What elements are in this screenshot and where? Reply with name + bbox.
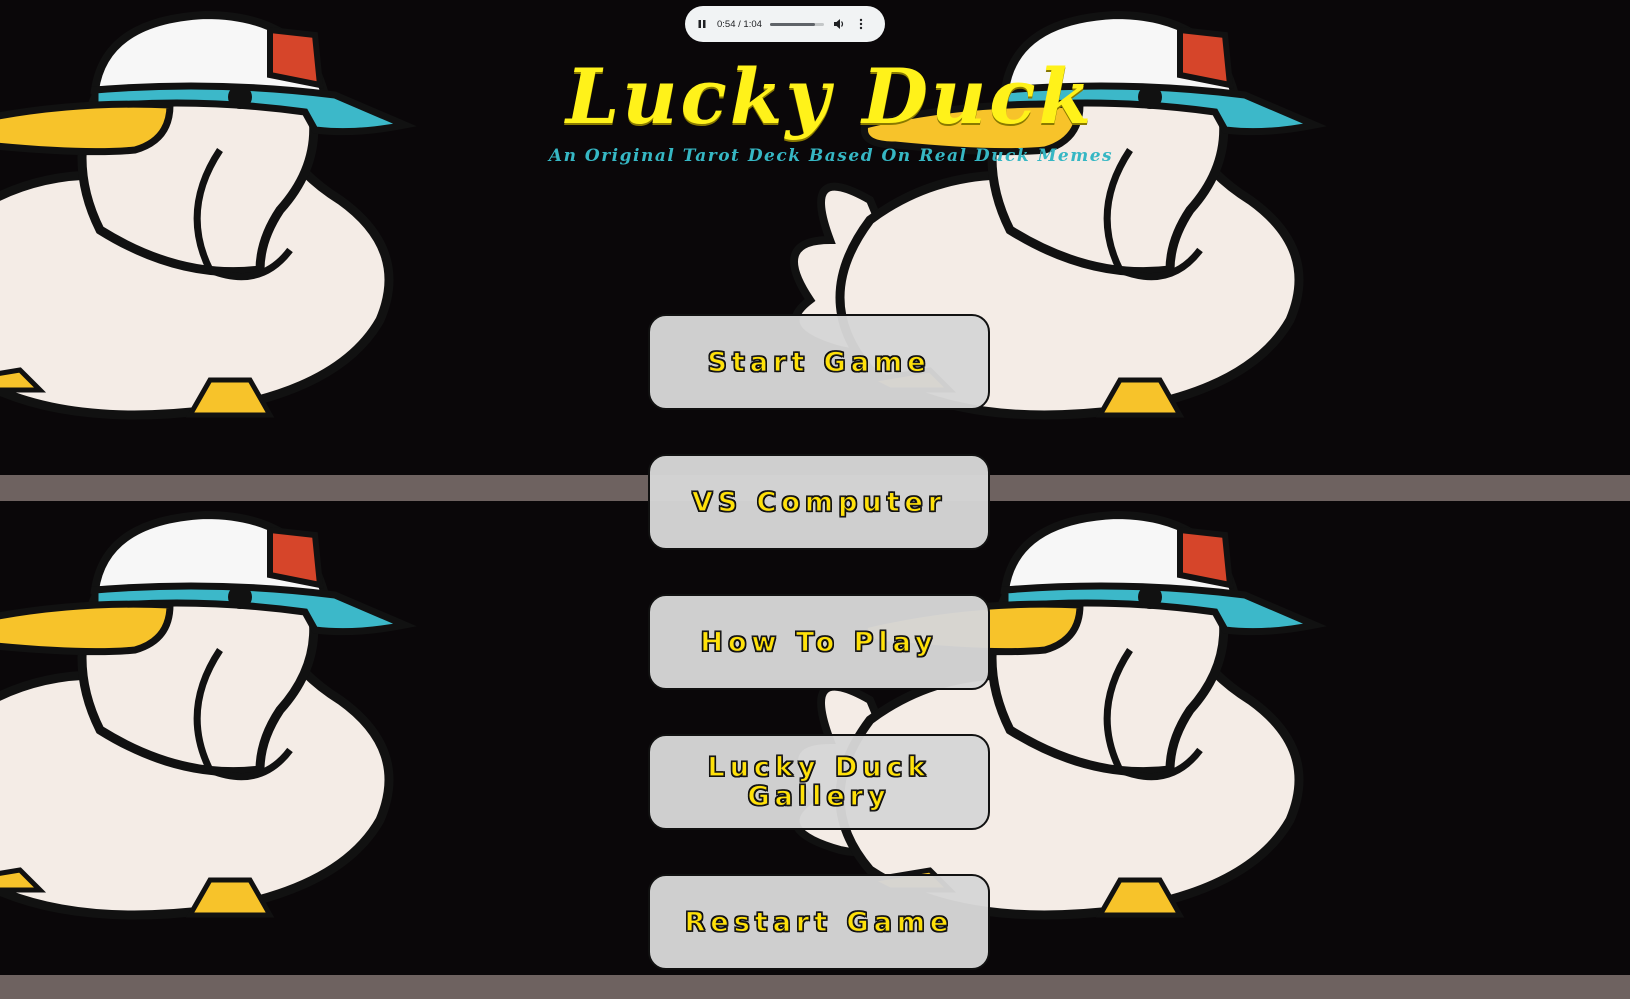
game-screen: 0:54 / 1:04 Lucky Duck An Original Tarot… <box>0 0 1630 999</box>
audio-progress-slider[interactable] <box>769 22 824 26</box>
start-game-label: Start Game <box>707 346 931 378</box>
gallery-button[interactable]: Lucky Duck Gallery <box>648 734 990 830</box>
gallery-label: Lucky Duck Gallery <box>707 752 931 812</box>
pause-icon[interactable] <box>695 17 709 31</box>
vs-computer-button[interactable]: VS Computer <box>648 454 990 550</box>
restart-game-label: Restart Game <box>684 906 954 938</box>
vs-computer-label: VS Computer <box>691 486 947 518</box>
game-title: Lucky Duck <box>565 52 1095 141</box>
volume-icon[interactable] <box>832 17 846 31</box>
how-to-play-button[interactable]: How To Play <box>648 594 990 690</box>
start-game-button[interactable]: Start Game <box>648 314 990 410</box>
audio-player: 0:54 / 1:04 <box>685 6 885 42</box>
audio-time-display: 0:54 / 1:04 <box>717 18 762 30</box>
audio-progress-fill <box>769 22 816 26</box>
game-subtitle: An Original Tarot Deck Based On Real Duc… <box>548 146 1114 166</box>
background-floor-strip <box>0 975 1630 999</box>
duck-illustration <box>0 510 417 920</box>
more-vert-icon[interactable] <box>854 17 868 31</box>
how-to-play-label: How To Play <box>700 626 938 658</box>
duck-background-image <box>0 500 680 999</box>
restart-game-button[interactable]: Restart Game <box>648 874 990 970</box>
